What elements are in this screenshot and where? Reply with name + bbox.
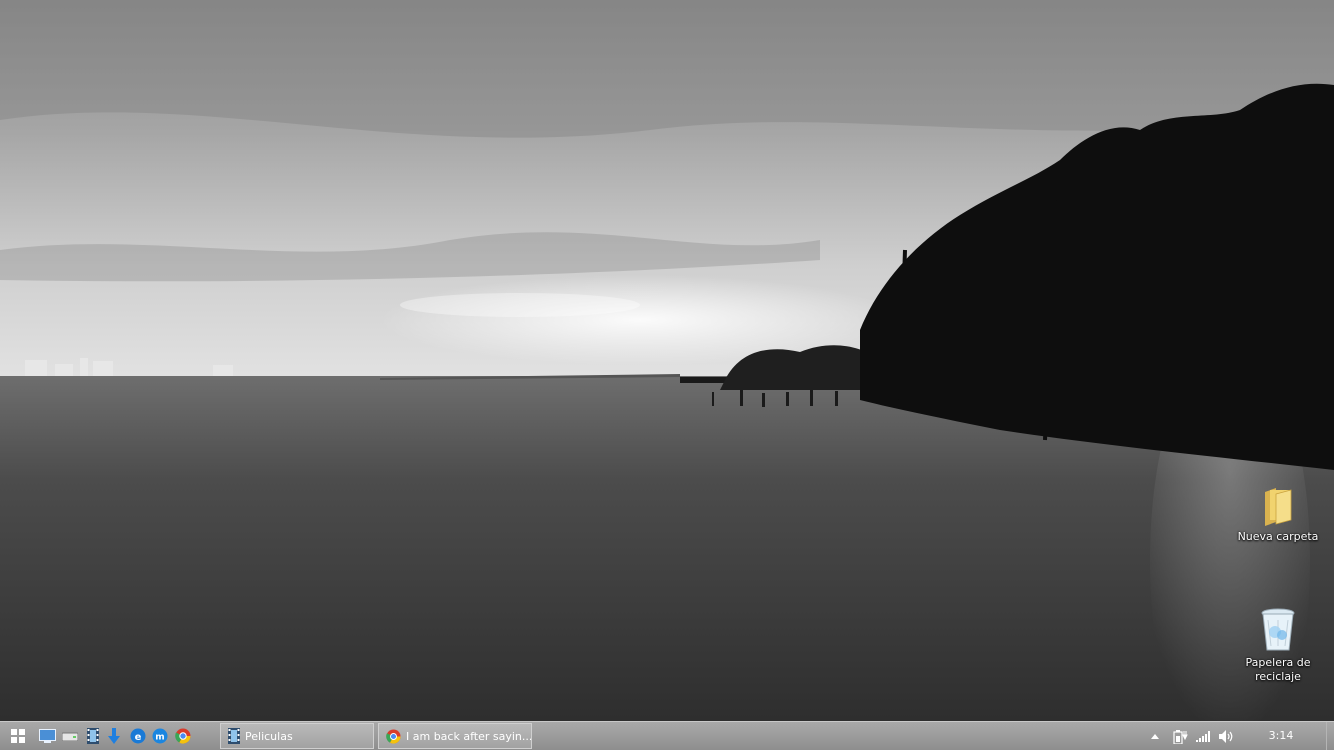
taskbar-button-peliculas[interactable]: Peliculas <box>220 723 374 749</box>
quick-launch-video[interactable] <box>82 722 104 750</box>
taskbar: e m Peliculas I am back after sayin... 3… <box>0 721 1334 750</box>
volume-button[interactable] <box>1217 722 1235 750</box>
chrome-icon <box>175 728 191 744</box>
taskbar-button-label: Peliculas <box>245 729 293 743</box>
desktop-icon-nueva-carpeta[interactable]: Nueva carpeta <box>1233 486 1323 544</box>
start-button[interactable] <box>4 722 32 750</box>
wallpaper-image <box>0 0 1334 721</box>
download-icon <box>108 728 120 744</box>
taskbar-button-label: I am back after sayin... <box>406 729 532 743</box>
chrome-icon <box>386 728 401 744</box>
quick-launch-internet-explorer[interactable]: e <box>127 722 149 750</box>
desktop-icon-label: Papelera de reciclaje <box>1245 656 1311 683</box>
show-hidden-icons-button[interactable] <box>1149 722 1161 750</box>
ie-icon: e <box>130 728 146 744</box>
show-desktop-button[interactable] <box>1326 722 1334 750</box>
power-status-button[interactable] <box>1170 722 1190 750</box>
quick-launch-download[interactable] <box>103 722 125 750</box>
quick-launch-show-desktop[interactable] <box>36 722 58 750</box>
recycle-bin-icon <box>1261 608 1295 651</box>
svg-text:e: e <box>135 732 142 743</box>
messenger-icon: m <box>152 728 168 744</box>
taskbar-button-chrome[interactable]: I am back after sayin... <box>378 723 532 749</box>
desktop[interactable]: Nueva carpeta Papelera de reciclaje <box>0 0 1334 721</box>
desktop-icon-papelera-de-reciclaje[interactable]: Papelera de reciclaje <box>1233 608 1323 684</box>
quick-launch-drive[interactable] <box>59 722 81 750</box>
volume-icon <box>1218 729 1232 743</box>
start-icon <box>11 729 25 743</box>
network-status-button[interactable] <box>1194 722 1212 750</box>
drive-icon <box>62 732 78 741</box>
quick-launch-chrome[interactable] <box>172 722 194 750</box>
quick-launch-messenger[interactable]: m <box>149 722 171 750</box>
desktop-icon <box>38 729 56 743</box>
film-icon <box>228 728 240 744</box>
folder-icon <box>1265 488 1292 526</box>
film-icon <box>87 728 99 744</box>
network-signal-icon <box>1196 730 1210 742</box>
svg-text:m: m <box>155 733 164 743</box>
desktop-icon-label: Nueva carpeta <box>1237 530 1319 543</box>
clock[interactable]: 3:14 <box>1262 722 1300 750</box>
power-icon <box>1173 729 1188 744</box>
chevron-up-icon <box>1151 733 1159 739</box>
